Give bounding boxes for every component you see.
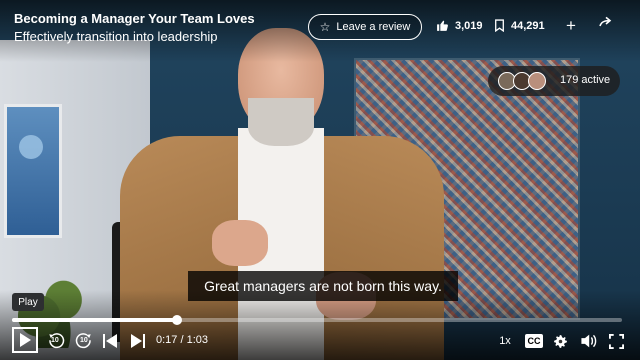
fullscreen-button[interactable] [606, 330, 626, 352]
course-subtitle: Effectively transition into leadership [14, 29, 218, 44]
add-button[interactable]: + [566, 14, 576, 38]
saves-count: 44,291 [511, 19, 545, 32]
volume-button[interactable] [578, 330, 598, 352]
previous-lecture-button[interactable] [100, 330, 120, 352]
captions-button[interactable]: CC [524, 330, 544, 352]
likes-count: 3,019 [455, 19, 483, 32]
forward-button[interactable]: 10 [74, 330, 94, 352]
settings-button[interactable] [550, 330, 570, 352]
share-arrow-icon [598, 14, 614, 30]
rewind-button[interactable]: 10 [46, 330, 66, 352]
skip-next-icon [131, 334, 145, 348]
plus-icon: + [566, 16, 576, 35]
captions-icon: CC [525, 334, 543, 348]
progress-fill [12, 318, 177, 322]
forward-seconds: 10 [80, 337, 88, 344]
likes-button[interactable]: 3,019 [436, 19, 483, 32]
progress-bar[interactable] [12, 315, 622, 325]
active-viewers-badge[interactable]: 179 active [488, 66, 620, 96]
share-button[interactable] [598, 14, 614, 30]
gear-icon [552, 333, 569, 350]
thumbs-up-icon [436, 19, 449, 32]
saves-button[interactable]: 44,291 [494, 19, 545, 32]
avatar [528, 72, 546, 90]
video-player[interactable]: Becoming a Manager Your Team Loves Effec… [0, 0, 640, 360]
volume-icon [580, 333, 597, 349]
play-tooltip: Play [12, 293, 44, 311]
playback-speed-button[interactable]: 1x [494, 330, 516, 352]
bottom-gradient [0, 290, 640, 360]
time-display: 0:17 / 1:03 [156, 334, 208, 346]
bookmark-icon [494, 19, 505, 32]
play-button[interactable] [12, 327, 38, 353]
play-icon [19, 333, 31, 347]
rewind-seconds: 10 [51, 337, 59, 344]
leave-review-button[interactable]: ☆ Leave a review [308, 14, 422, 40]
forward-icon: 10 [75, 332, 93, 350]
rewind-icon: 10 [47, 332, 65, 350]
progress-handle[interactable] [171, 315, 182, 325]
next-lecture-button[interactable] [128, 330, 148, 352]
course-title: Becoming a Manager Your Team Loves [14, 11, 255, 26]
skip-previous-icon [103, 334, 117, 348]
active-viewers-count: 179 active [560, 74, 611, 86]
background-artwork-left [4, 104, 62, 238]
fullscreen-icon [608, 333, 624, 349]
leave-review-label: Leave a review [336, 21, 411, 33]
star-icon: ☆ [319, 20, 331, 34]
